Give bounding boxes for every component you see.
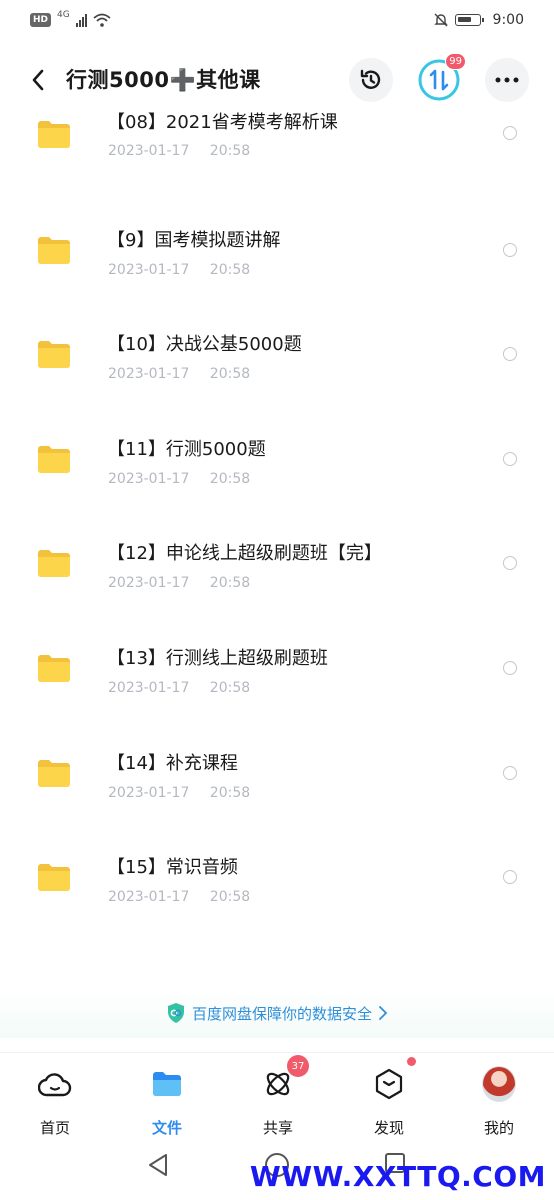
mute-notification-icon <box>433 13 448 27</box>
history-icon <box>360 69 381 89</box>
back-button[interactable] <box>24 66 52 94</box>
folder-name: 【13】行测线上超级刷题班 <box>107 648 328 669</box>
network-type: 4G <box>57 10 70 20</box>
folder-icon <box>38 864 70 891</box>
more-icon <box>495 77 519 83</box>
folder-name: 【11】行测5000题 <box>107 439 266 460</box>
status-time: 9:00 <box>492 12 524 28</box>
folder-row[interactable]: 【13】行测线上超级刷题班 2023-01-17 20:58 <box>0 631 554 735</box>
folder-name: 【10】决战公基5000题 <box>107 334 302 355</box>
select-radio[interactable] <box>503 661 517 675</box>
share-badge: 37 <box>287 1055 309 1077</box>
folder-icon <box>38 760 70 787</box>
tab-discover-label: 发现 <box>373 1119 404 1137</box>
select-radio[interactable] <box>503 870 517 884</box>
hd-icon: HD <box>30 13 52 27</box>
folder-icon <box>38 550 70 577</box>
avatar <box>482 1066 516 1102</box>
folder-icon <box>38 341 70 368</box>
discover-dot <box>407 1057 416 1066</box>
tab-bar: 首页 文件 37 共享 发现 我的 <box>0 1052 554 1143</box>
transfer-button[interactable]: 99 <box>417 53 466 102</box>
folder-row[interactable]: 【10】决战公基5000题 2023-01-17 20:58 <box>0 317 554 421</box>
security-text: 百度网盘保障你的数据安全 <box>191 1004 372 1023</box>
share-atom-icon: 37 <box>261 1055 309 1101</box>
triangle-back-icon <box>149 1154 167 1176</box>
folder-date: 2023-01-17 20:58 <box>108 143 251 159</box>
history-button[interactable] <box>349 58 393 102</box>
folder-icon <box>38 655 70 682</box>
tab-home[interactable]: 首页 <box>15 1063 95 1143</box>
tab-home-label: 首页 <box>39 1119 70 1137</box>
tab-discover[interactable]: 发现 <box>349 1057 429 1143</box>
tab-files[interactable]: 文件 <box>127 1063 207 1143</box>
chevron-right-icon <box>379 1006 388 1020</box>
folder-name: 【9】国考模拟题讲解 <box>107 230 281 251</box>
nav-back-button[interactable] <box>146 1152 170 1182</box>
signal-icon <box>75 13 87 27</box>
back-arrow-icon <box>32 69 44 91</box>
home-cloud-icon <box>38 1067 72 1101</box>
folder-row[interactable]: 【9】国考模拟题讲解 2023-01-17 20:58 <box>0 213 554 317</box>
wifi-icon <box>93 13 111 27</box>
folder-row[interactable]: 【08】2021省考模考解析课 2023-01-17 20:58 <box>0 98 554 202</box>
folder-icon <box>38 121 70 148</box>
folder-row[interactable]: 【15】常识音频 2023-01-17 20:58 <box>0 840 554 944</box>
folder-icon <box>38 446 70 473</box>
battery-icon <box>454 14 484 26</box>
shield-icon <box>167 1003 184 1023</box>
select-radio[interactable] <box>503 126 517 140</box>
select-radio[interactable] <box>503 556 517 570</box>
page-title: 行测5000➕其他课 <box>66 68 261 92</box>
tab-share-label: 共享 <box>262 1119 293 1137</box>
more-button[interactable] <box>485 58 529 102</box>
folder-date: 2023-01-17 20:58 <box>108 471 251 487</box>
folder-row[interactable]: 【14】补充课程 2023-01-17 20:58 <box>0 736 554 840</box>
folder-row[interactable]: 【12】申论线上超级刷题班【完】 2023-01-17 20:58 <box>0 526 554 630</box>
select-radio[interactable] <box>503 766 517 780</box>
files-folder-icon <box>150 1067 184 1101</box>
tab-files-label: 文件 <box>151 1119 182 1137</box>
status-left: HD 4G <box>30 10 111 27</box>
select-radio[interactable] <box>503 243 517 257</box>
security-banner[interactable]: 百度网盘保障你的数据安全 <box>0 988 554 1038</box>
discover-cube-icon <box>372 1057 416 1101</box>
tab-me[interactable]: 我的 <box>459 1063 539 1143</box>
folder-icon <box>38 237 70 264</box>
status-bar: HD 4G 9:00 <box>0 0 554 40</box>
select-radio[interactable] <box>503 347 517 361</box>
folder-name: 【15】常识音频 <box>107 857 238 878</box>
folder-date: 2023-01-17 20:58 <box>108 262 251 278</box>
folder-name: 【14】补充课程 <box>107 753 238 774</box>
tab-share[interactable]: 37 共享 <box>238 1055 318 1143</box>
status-right: 9:00 <box>433 12 524 28</box>
folder-name: 【12】申论线上超级刷题班【完】 <box>107 543 382 564</box>
folder-name: 【08】2021省考模考解析课 <box>107 112 338 133</box>
folder-date: 2023-01-17 20:58 <box>108 785 251 801</box>
folder-date: 2023-01-17 20:58 <box>108 680 251 696</box>
folder-date: 2023-01-17 20:58 <box>108 889 251 905</box>
watermark: WWW.XXTTQ.COM <box>249 1160 546 1193</box>
transfer-badge: 99 <box>445 53 466 70</box>
tab-me-label: 我的 <box>483 1119 514 1137</box>
folder-row[interactable]: 【11】行测5000题 2023-01-17 20:58 <box>0 422 554 526</box>
select-radio[interactable] <box>503 452 517 466</box>
folder-date: 2023-01-17 20:58 <box>108 575 251 591</box>
folder-date: 2023-01-17 20:58 <box>108 366 251 382</box>
